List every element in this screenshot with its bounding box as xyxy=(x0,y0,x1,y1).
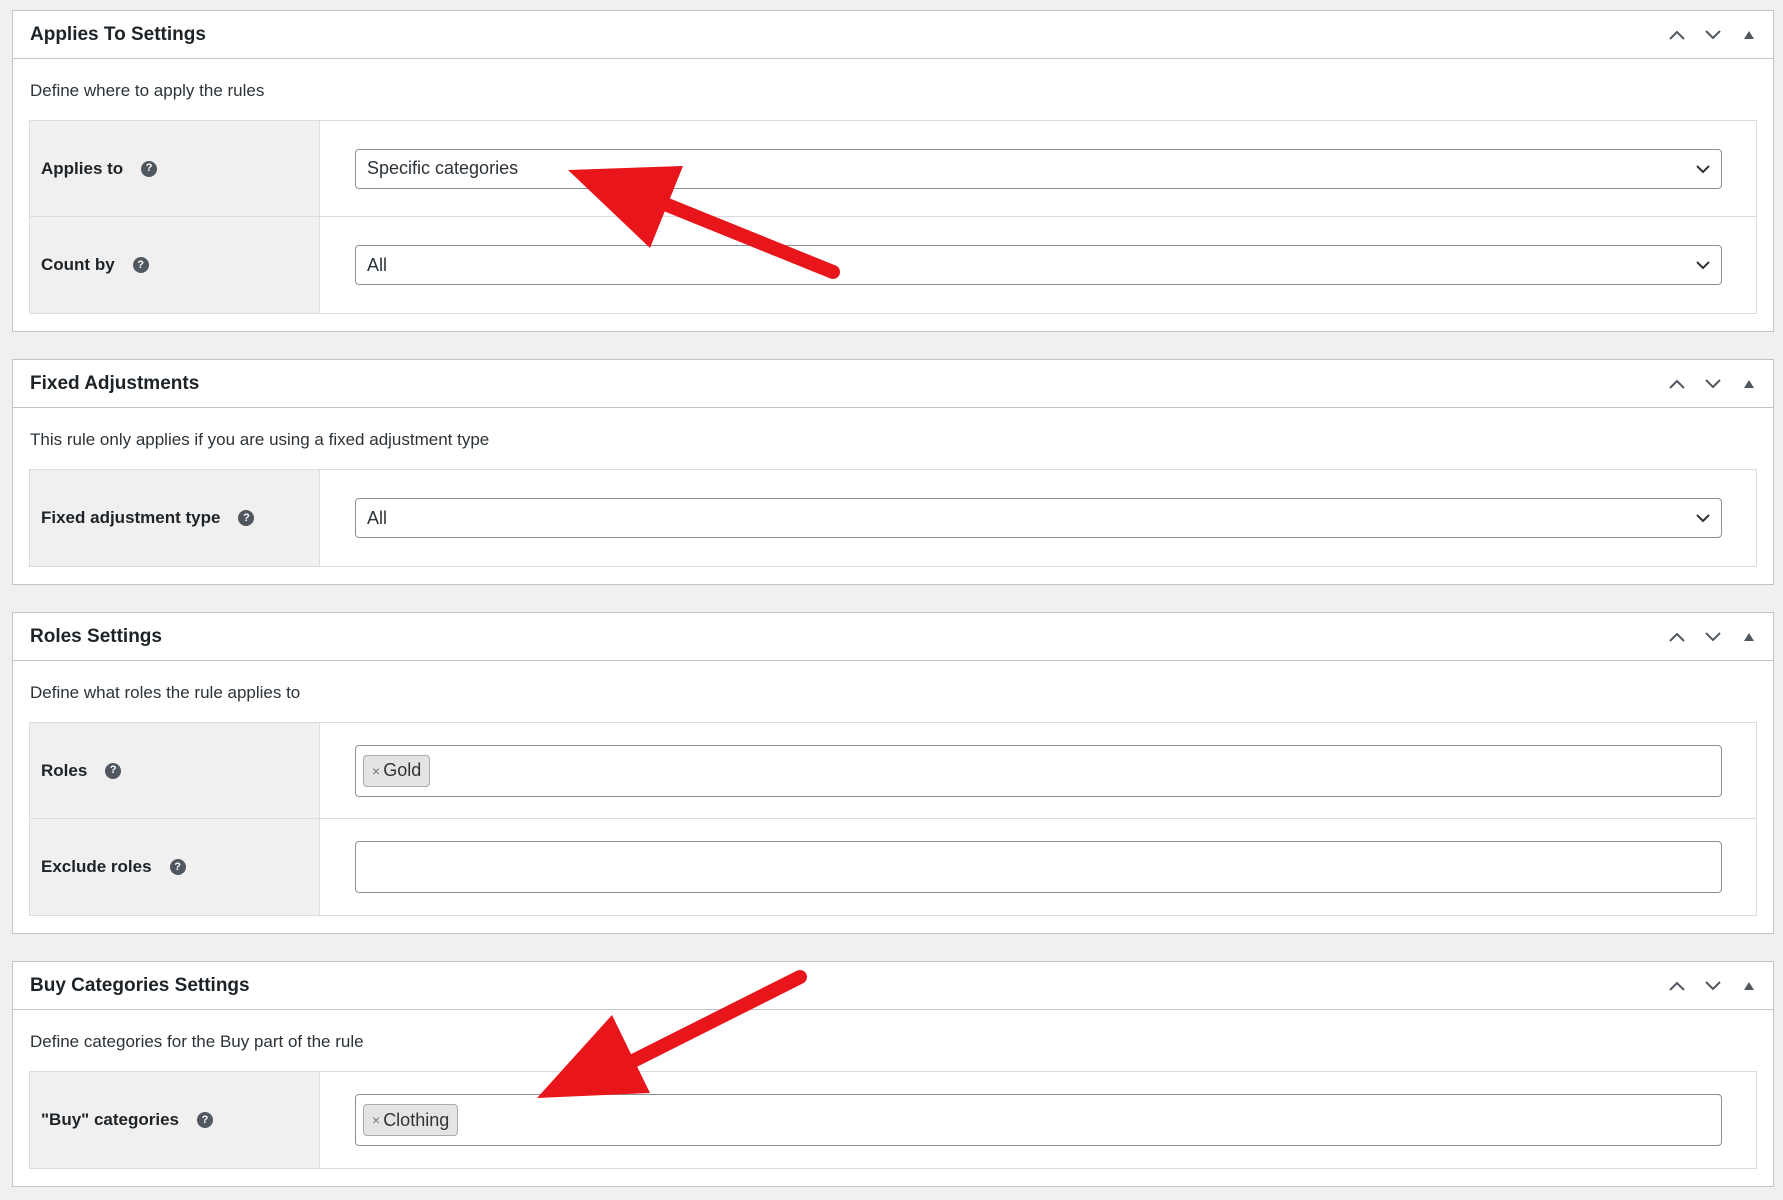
chevron-down-icon xyxy=(1705,30,1721,40)
panel-description: This rule only applies if you are using … xyxy=(30,430,490,449)
field-row-buy-categories: "Buy" categories ? × Clothing xyxy=(30,1072,1756,1168)
token-label: Clothing xyxy=(383,1109,450,1130)
panel-controls xyxy=(1663,11,1763,59)
field-label-cell: Applies to ? xyxy=(30,121,320,216)
chevron-down-icon xyxy=(1705,379,1721,389)
field-row-exclude-roles: Exclude roles ? xyxy=(30,819,1756,915)
chevron-down-icon xyxy=(1696,514,1710,523)
chevron-down-icon xyxy=(1705,632,1721,642)
field-control xyxy=(355,841,1722,893)
toggle-panel-button[interactable] xyxy=(1735,21,1763,49)
roles-label: Roles xyxy=(41,760,88,780)
fixed-adjustment-type-select[interactable]: All xyxy=(355,498,1722,538)
field-row-count-by: Count by ? All xyxy=(30,217,1756,313)
move-up-button[interactable] xyxy=(1663,21,1691,49)
panel-description: Define where to apply the rules xyxy=(30,81,265,100)
move-up-button[interactable] xyxy=(1663,370,1691,398)
field-label-cell: Exclude roles ? xyxy=(30,819,320,915)
category-token: × Clothing xyxy=(363,1104,459,1136)
field-table: "Buy" categories ? × Clothing xyxy=(29,1071,1757,1169)
buy-categories-settings-panel: Buy Categories Settings Define categorie… xyxy=(12,961,1774,1187)
triangle-up-icon xyxy=(1744,982,1754,990)
applies-to-select[interactable]: Specific categories xyxy=(355,148,1722,189)
field-control: × Gold xyxy=(355,744,1722,797)
panel-description: Define categories for the Buy part of th… xyxy=(30,1032,364,1051)
panel-header: Buy Categories Settings xyxy=(13,962,1773,1010)
field-label-cell: Count by ? xyxy=(30,217,320,313)
toggle-panel-button[interactable] xyxy=(1735,623,1763,651)
toggle-panel-button[interactable] xyxy=(1735,972,1763,1000)
remove-token-button[interactable]: × xyxy=(372,763,380,779)
remove-token-button[interactable]: × xyxy=(372,1112,380,1128)
count-by-select[interactable]: All xyxy=(355,245,1722,285)
exclude-roles-multiselect[interactable] xyxy=(355,841,1722,893)
move-down-button[interactable] xyxy=(1699,972,1727,1000)
roles-settings-panel: Roles Settings Define what roles the rul… xyxy=(12,612,1774,934)
buy-categories-multiselect[interactable]: × Clothing xyxy=(355,1094,1722,1146)
panel-header: Applies To Settings xyxy=(13,11,1773,59)
field-table: Applies to ? Specific categories Count b… xyxy=(29,120,1757,314)
move-down-button[interactable] xyxy=(1699,623,1727,651)
exclude-roles-label: Exclude roles xyxy=(41,857,152,876)
triangle-up-icon xyxy=(1744,31,1754,39)
chevron-down-icon xyxy=(1696,164,1710,173)
field-row-fixed-adjustment-type: Fixed adjustment type ? All xyxy=(30,470,1756,566)
fixed-adjustment-type-label: Fixed adjustment type xyxy=(41,508,221,527)
field-control: All xyxy=(355,245,1722,285)
field-label-cell: Fixed adjustment type ? xyxy=(30,470,320,566)
panel-description: Define what roles the rule applies to xyxy=(30,683,301,702)
field-label-cell: Roles ? xyxy=(30,723,320,818)
panel-header: Fixed Adjustments xyxy=(13,360,1773,408)
chevron-up-icon xyxy=(1669,379,1685,389)
chevron-up-icon xyxy=(1669,30,1685,40)
panel-controls xyxy=(1663,613,1763,661)
chevron-down-icon xyxy=(1696,261,1710,270)
token-label: Gold xyxy=(383,760,422,780)
applies-to-label: Applies to xyxy=(41,158,124,178)
question-circle-icon[interactable]: ? xyxy=(169,859,186,875)
panel-title: Fixed Adjustments xyxy=(30,373,200,394)
question-circle-icon[interactable]: ? xyxy=(132,257,149,273)
panel-title: Applies To Settings xyxy=(30,24,206,45)
buy-categories-label: "Buy" categories xyxy=(41,1110,180,1129)
fixed-adjustments-panel: Fixed Adjustments This rule only applies… xyxy=(12,359,1774,585)
chevron-down-icon xyxy=(1705,981,1721,991)
panel-controls xyxy=(1663,360,1763,408)
role-token: × Gold xyxy=(363,754,431,787)
toggle-panel-button[interactable] xyxy=(1735,370,1763,398)
chevron-up-icon xyxy=(1669,981,1685,991)
question-circle-icon[interactable]: ? xyxy=(197,1112,214,1128)
move-down-button[interactable] xyxy=(1699,370,1727,398)
settings-page: Applies To Settings Define where to appl… xyxy=(0,0,1783,1200)
panel-title: Buy Categories Settings xyxy=(30,975,250,996)
triangle-up-icon xyxy=(1744,633,1754,641)
applies-to-selected-value: Specific categories xyxy=(367,158,519,178)
field-table: Roles ? × Gold Exclude roles ? xyxy=(29,722,1757,916)
panel-header: Roles Settings xyxy=(13,613,1773,661)
move-down-button[interactable] xyxy=(1699,21,1727,49)
field-row-applies-to: Applies to ? Specific categories xyxy=(30,121,1756,217)
field-control: × Clothing xyxy=(355,1094,1722,1146)
chevron-up-icon xyxy=(1669,632,1685,642)
panel-title: Roles Settings xyxy=(30,626,162,647)
panel-controls xyxy=(1663,962,1763,1010)
question-circle-icon[interactable]: ? xyxy=(238,510,255,526)
move-up-button[interactable] xyxy=(1663,972,1691,1000)
move-up-button[interactable] xyxy=(1663,623,1691,651)
question-circle-icon[interactable]: ? xyxy=(105,762,122,779)
count-by-selected-value: All xyxy=(367,254,388,275)
field-control: All xyxy=(355,498,1722,538)
field-label-cell: "Buy" categories ? xyxy=(30,1072,320,1168)
question-circle-icon[interactable]: ? xyxy=(141,160,158,177)
field-table: Fixed adjustment type ? All xyxy=(29,469,1757,567)
triangle-up-icon xyxy=(1744,380,1754,388)
field-control: Specific categories xyxy=(355,148,1722,189)
count-by-label: Count by xyxy=(41,255,115,274)
applies-to-settings-panel: Applies To Settings Define where to appl… xyxy=(12,10,1774,332)
roles-multiselect[interactable]: × Gold xyxy=(355,744,1722,797)
field-row-roles: Roles ? × Gold xyxy=(30,723,1756,819)
fixed-adjustment-type-selected-value: All xyxy=(367,507,388,528)
